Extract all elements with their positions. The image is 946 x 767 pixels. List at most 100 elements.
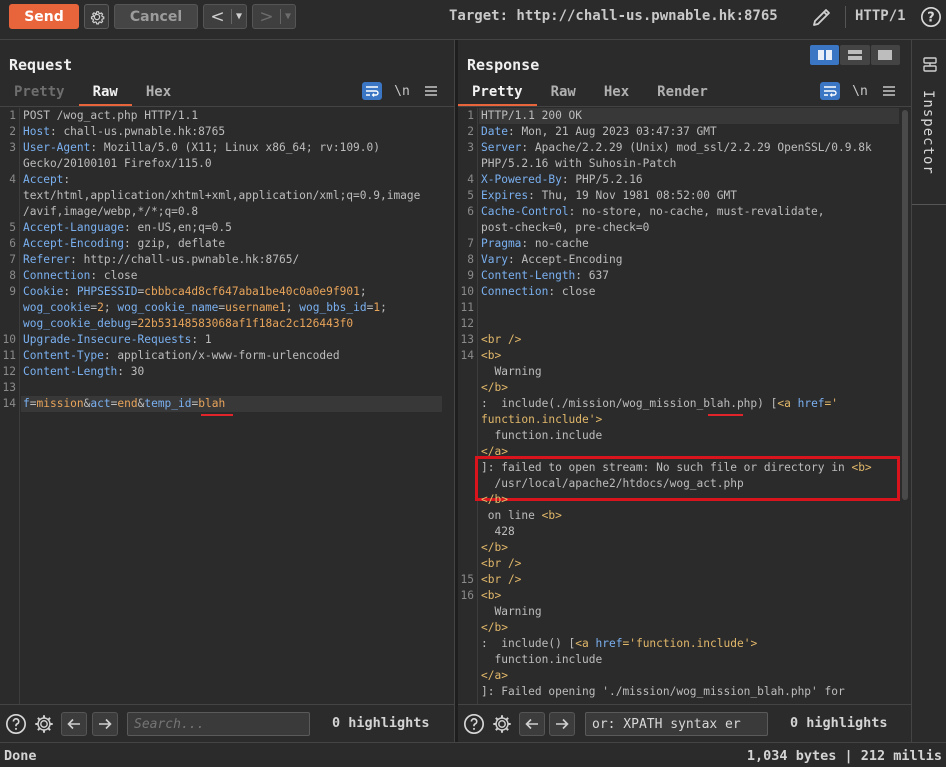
columns-icon xyxy=(817,50,832,60)
request-editor[interactable]: 1 POST /wog_act.php HTTP/1.1 2 Host: cha… xyxy=(0,108,454,704)
header-line: Gecko/20100101 Firefox/115.0 xyxy=(23,157,212,170)
html-line: function.include xyxy=(481,653,603,666)
html-line: ]: Failed opening './mission/wog_mission… xyxy=(481,685,845,698)
line-number: 16 xyxy=(460,589,474,602)
arrow-left-icon xyxy=(67,718,80,730)
html-line: : include() [<a href='function.include'> xyxy=(481,637,758,650)
line-number: 2 xyxy=(9,125,16,138)
tab-hex[interactable]: Hex xyxy=(590,82,643,106)
next-match-button[interactable] xyxy=(549,712,575,736)
header-line: Content-Length: 30 xyxy=(23,365,145,378)
inspector-panel[interactable]: Inspector xyxy=(911,40,946,742)
line-number: 4 xyxy=(9,173,16,186)
html-line: Warning xyxy=(481,365,542,378)
layout-side-by-side-button[interactable] xyxy=(810,45,840,65)
line-number: 3 xyxy=(467,141,474,154)
history-forward-button[interactable]: > ▼ xyxy=(252,4,296,29)
send-button[interactable]: Send xyxy=(9,4,79,29)
menu-icon xyxy=(883,86,895,96)
header-line: Date: Mon, 21 Aug 2023 03:47:37 GMT xyxy=(481,125,717,138)
show-newlines-button[interactable]: \n xyxy=(392,84,412,99)
response-title: Response xyxy=(467,56,540,74)
search-input[interactable] xyxy=(585,712,768,736)
tab-pretty[interactable]: Pretty xyxy=(0,82,79,106)
line-number: 15 xyxy=(460,573,474,586)
line-number: 2 xyxy=(467,125,474,138)
line-number: 8 xyxy=(467,253,474,266)
header-line: post-check=0, pre-check=0 xyxy=(481,221,650,234)
line-number: 7 xyxy=(9,253,16,266)
wrap-icon xyxy=(366,86,379,97)
line-number: 7 xyxy=(467,237,474,250)
tab-raw[interactable]: Raw xyxy=(537,82,590,106)
header-line: PHP/5.2.16 with Suhosin-Patch xyxy=(481,157,677,170)
gear-icon[interactable] xyxy=(491,713,513,735)
window-icon xyxy=(878,50,893,60)
header-line: Server: Apache/2.2.29 (Unix) mod_ssl/2.2… xyxy=(481,141,872,154)
html-line: <b> xyxy=(481,589,502,602)
response-viewer[interactable]: 1 HTTP/1.1 200 OK 2 Date: Mon, 21 Aug 20… xyxy=(458,108,911,704)
settings-button[interactable] xyxy=(84,4,109,29)
show-newlines-button[interactable]: \n xyxy=(850,84,870,99)
header-line: /avif,image/webp,*/*;q=0.8 xyxy=(23,205,199,218)
prev-match-button[interactable] xyxy=(61,712,87,736)
html-line: : include(./mission/wog_mission_blah.php… xyxy=(481,397,839,410)
prev-match-button[interactable] xyxy=(519,712,545,736)
line-number: 10 xyxy=(460,285,474,298)
search-input[interactable] xyxy=(127,712,310,736)
tab-hex[interactable]: Hex xyxy=(132,82,185,106)
cancel-button[interactable]: Cancel xyxy=(114,4,198,29)
line-number: 1 xyxy=(9,109,16,122)
response-search-bar: 0 highlights xyxy=(458,704,911,742)
line-number: 13 xyxy=(2,381,16,394)
help-icon[interactable]: ? xyxy=(920,6,942,28)
html-line: </b> xyxy=(481,621,508,634)
next-match-button[interactable] xyxy=(92,712,118,736)
arrow-left-icon xyxy=(525,718,538,730)
menu-button[interactable] xyxy=(422,82,440,100)
html-line: 428 xyxy=(481,525,515,538)
menu-button[interactable] xyxy=(880,82,898,100)
header-line: Accept-Encoding: gzip, deflate xyxy=(23,237,226,250)
http-version-toggle[interactable]: HTTP/1 xyxy=(855,8,906,24)
gear-icon[interactable] xyxy=(33,713,55,735)
line-number: 14 xyxy=(2,397,16,410)
wrap-lines-button[interactable] xyxy=(820,82,840,100)
line-number: 10 xyxy=(2,333,16,346)
header-line: X-Powered-By: PHP/5.2.16 xyxy=(481,173,643,186)
layout-toggle xyxy=(810,45,900,65)
response-tabs: Pretty Raw Hex Render xyxy=(458,82,722,106)
tab-raw[interactable]: Raw xyxy=(78,82,132,106)
tab-pretty[interactable]: Pretty xyxy=(458,82,537,106)
line-number: 14 xyxy=(460,349,474,362)
dropdown-icon[interactable]: ▼ xyxy=(281,11,295,22)
history-back-button[interactable]: < ▼ xyxy=(203,4,247,29)
help-icon[interactable] xyxy=(463,713,485,735)
line-number: 4 xyxy=(467,173,474,186)
line-number: 5 xyxy=(467,189,474,202)
header-line: Connection: close xyxy=(23,269,138,282)
layout-stacked-button[interactable] xyxy=(840,45,870,65)
highlights-count: 0 highlights xyxy=(790,715,888,731)
vertical-scrollbar[interactable] xyxy=(902,110,908,500)
header-line: User-Agent: Mozilla/5.0 (X11; Linux x86_… xyxy=(23,141,380,154)
line-number: 12 xyxy=(460,317,474,330)
cookie-line: wog_cookie=2; wog_cookie_name=username1;… xyxy=(23,301,387,314)
underline-annotation xyxy=(708,414,743,416)
response-stats: 1,034 bytes | 212 millis xyxy=(746,748,942,764)
tab-render[interactable]: Render xyxy=(643,82,722,106)
inspector-label: Inspector xyxy=(920,90,936,175)
header-line: Cache-Control: no-store, no-cache, must-… xyxy=(481,205,825,218)
status-bar: Done 1,034 bytes | 212 millis xyxy=(0,742,946,767)
wrap-icon xyxy=(824,86,837,97)
layout-tabs-button[interactable] xyxy=(870,45,900,65)
header-line: Expires: Thu, 19 Nov 1981 08:52:00 GMT xyxy=(481,189,737,202)
help-icon[interactable] xyxy=(5,713,27,735)
header-line: Pragma: no-cache xyxy=(481,237,589,250)
line-number: 6 xyxy=(9,237,16,250)
dropdown-icon[interactable]: ▼ xyxy=(232,11,246,22)
pencil-icon[interactable] xyxy=(810,5,834,29)
line-number: 3 xyxy=(9,141,16,154)
header-line: text/html,application/xhtml+xml,applicat… xyxy=(23,189,421,202)
wrap-lines-button[interactable] xyxy=(362,82,382,100)
